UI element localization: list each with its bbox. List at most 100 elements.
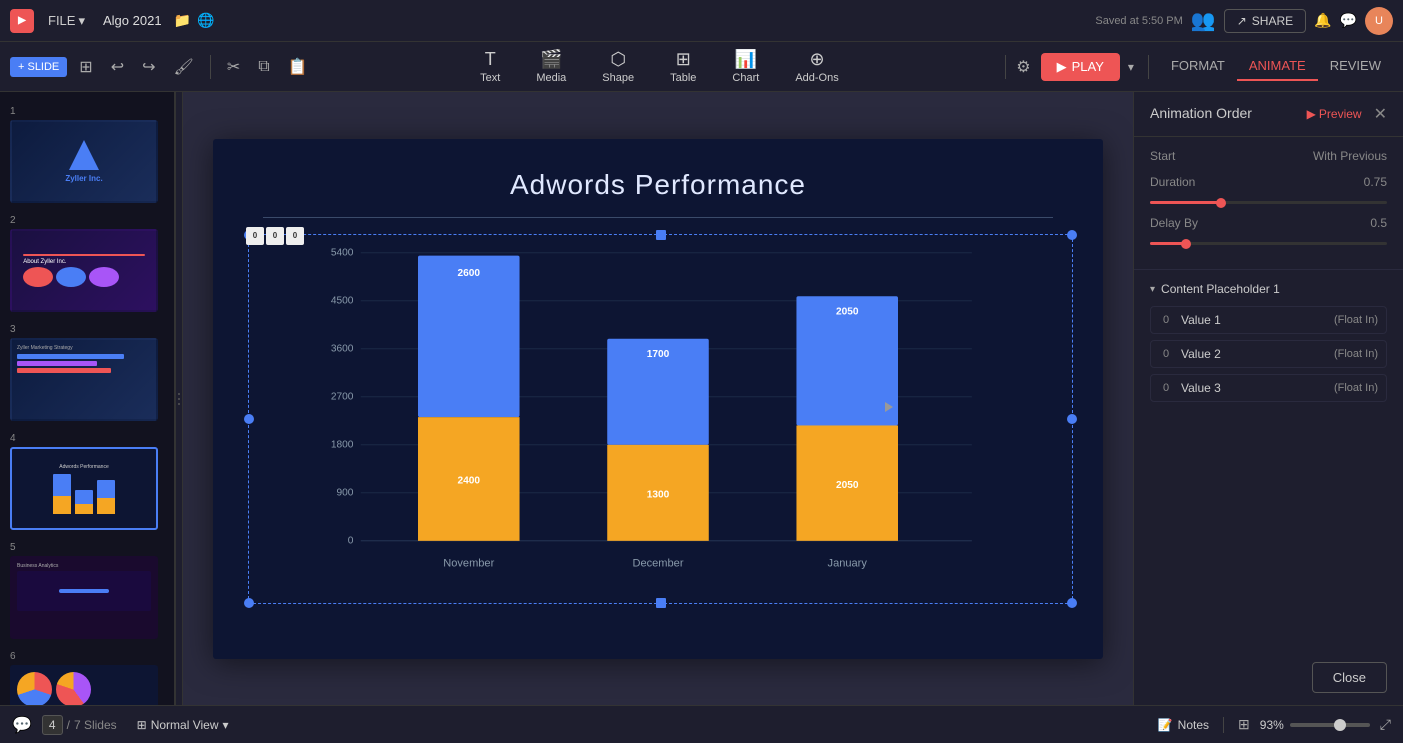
panel-divider[interactable] <box>175 92 183 705</box>
zoom-control: 93% <box>1260 718 1370 732</box>
svg-text:4500: 4500 <box>331 295 354 306</box>
svg-text:0: 0 <box>348 535 354 546</box>
shape-icon: ⬡ <box>610 49 626 70</box>
svg-text:1700: 1700 <box>647 349 670 360</box>
expand-icon[interactable]: ⤢ <box>1380 716 1391 733</box>
slide-item-4[interactable]: 4 Adwords Performance <box>0 427 174 536</box>
handle-top-right[interactable] <box>1067 230 1077 240</box>
tab-review[interactable]: REVIEW <box>1318 52 1393 81</box>
slide-indicator: 4 / 7 Slides <box>42 715 117 735</box>
slide-item-3[interactable]: 3 Zyller Marketing Strategy <box>0 318 174 427</box>
tool-table[interactable]: ⊞ Table <box>662 45 704 88</box>
slide-thumb-1: Zyller Inc. <box>10 120 158 203</box>
duration-row: Duration 0.75 <box>1150 175 1387 189</box>
globe-icon[interactable]: 🌐 <box>197 12 214 29</box>
notifications-icon[interactable]: 🔔 <box>1314 12 1331 29</box>
separator-1 <box>210 55 211 79</box>
content-placeholder-header[interactable]: ▾ Content Placeholder 1 <box>1150 282 1387 296</box>
svg-text:2400: 2400 <box>457 475 480 486</box>
start-row: Start With Previous <box>1150 149 1387 163</box>
slide-item-1[interactable]: 1 Zyller Inc. <box>0 100 174 209</box>
anim-item-value2[interactable]: 0 Value 2 (Float In) <box>1150 340 1387 368</box>
user-avatar[interactable]: U <box>1365 7 1393 35</box>
panel-header: Animation Order ▶ Preview ✕ <box>1134 92 1403 137</box>
anim-item-value3[interactable]: 0 Value 3 (Float In) <box>1150 374 1387 402</box>
play-dropdown-icon[interactable]: ▾ <box>1124 56 1138 78</box>
text-icon: T <box>485 49 496 70</box>
chat-top-icon[interactable]: 💬 <box>1340 12 1357 29</box>
view-icon: ⊞ <box>137 718 147 732</box>
right-panel: Animation Order ▶ Preview ✕ Start With P… <box>1133 92 1403 705</box>
file-menu[interactable]: FILE ▾ <box>42 10 91 32</box>
bar-chart: 5400 4500 3600 2700 1800 900 0 <box>273 239 1043 599</box>
slide-thumb-2: About Zyller Inc. <box>10 229 158 312</box>
svg-text:January: January <box>828 557 868 569</box>
copy-button[interactable]: ⧉ <box>252 54 275 80</box>
chart-container[interactable]: 5400 4500 3600 2700 1800 900 0 <box>273 239 1043 599</box>
tool-shape[interactable]: ⬡ Shape <box>594 45 642 88</box>
view-selector[interactable]: ⊞ Normal View ▾ <box>137 718 229 732</box>
canvas-area: Adwords Performance 5400 4500 3600 2700 … <box>183 92 1133 705</box>
media-icon: 🎬 <box>540 49 562 70</box>
handle-right-middle[interactable] <box>1067 414 1077 424</box>
cut-button[interactable]: ✂ <box>221 53 246 81</box>
collaborate-icon[interactable]: 👥 <box>1191 8 1216 33</box>
tool-addons[interactable]: ⊕ Add-Ons <box>787 45 846 88</box>
svg-text:2050: 2050 <box>836 480 859 491</box>
svg-text:2700: 2700 <box>331 391 354 402</box>
grid-view-button[interactable]: ⊞ <box>73 53 98 81</box>
fit-screen-icon[interactable]: ⊞ <box>1238 716 1250 733</box>
handle-left-middle[interactable] <box>244 414 254 424</box>
paste-button[interactable]: 📋 <box>282 53 314 81</box>
notes-button[interactable]: 📝 Notes <box>1158 718 1209 732</box>
play-button[interactable]: ▶ PLAY <box>1041 53 1120 81</box>
slide-item-2[interactable]: 2 About Zyller Inc. <box>0 209 174 318</box>
svg-text:2600: 2600 <box>457 267 480 278</box>
duration-slider-row <box>1150 201 1387 204</box>
share-button[interactable]: ↗ SHARE <box>1224 9 1306 33</box>
duration-slider[interactable] <box>1150 201 1387 204</box>
redo-button[interactable]: ↪ <box>136 53 161 81</box>
format-tabs: FORMAT ANIMATE REVIEW <box>1159 52 1393 81</box>
chat-icon[interactable]: 💬 <box>12 715 32 735</box>
delay-slider[interactable] <box>1150 242 1387 245</box>
handle-bottom-right[interactable] <box>1067 598 1077 608</box>
slide-thumb-3: Zyller Marketing Strategy <box>10 338 158 421</box>
toolbar: + SLIDE ⊞ ↩ ↪ 🖌 ✂ ⧉ 📋 T Text 🎬 Media ⬡ S… <box>0 42 1403 92</box>
current-slide-num[interactable]: 4 <box>42 715 63 735</box>
saved-status: Saved at 5:50 PM <box>1095 15 1182 27</box>
separator-3 <box>1148 55 1149 79</box>
table-icon: ⊞ <box>676 49 691 70</box>
center-tools: T Text 🎬 Media ⬡ Shape ⊞ Table 📊 Chart ⊕… <box>318 45 1002 88</box>
main-content: 1 Zyller Inc. 2 About Zyller Inc. <box>0 92 1403 705</box>
doc-icons: 📁 🌐 <box>174 12 215 29</box>
anim-item-value1[interactable]: 0 Value 1 (Float In) <box>1150 306 1387 334</box>
notes-icon: 📝 <box>1158 718 1173 732</box>
slide-item-6[interactable]: 6 <box>0 645 174 705</box>
delay-slider-row <box>1150 242 1387 245</box>
share-icon: ↗ <box>1237 14 1247 28</box>
panel-close-button[interactable]: ✕ <box>1374 104 1387 124</box>
tab-format[interactable]: FORMAT <box>1159 52 1237 81</box>
close-panel-button[interactable]: Close <box>1312 662 1387 693</box>
animation-settings: Start With Previous Duration 0.75 Delay … <box>1134 137 1403 270</box>
preview-button[interactable]: ▶ Preview <box>1307 107 1362 121</box>
tab-animate[interactable]: ANIMATE <box>1237 52 1318 81</box>
tool-media[interactable]: 🎬 Media <box>528 45 574 88</box>
settings-icon[interactable]: ⚙ <box>1010 53 1036 81</box>
delay-row: Delay By 0.5 <box>1150 216 1387 230</box>
animation-order-title: Animation Order <box>1150 105 1252 123</box>
paint-format-button[interactable]: 🖌 <box>168 53 200 81</box>
slide-thumb-5: Business Analytics <box>10 556 158 639</box>
slide-thumb-6 <box>10 665 158 705</box>
svg-text:1300: 1300 <box>647 489 670 500</box>
tool-chart[interactable]: 📊 Chart <box>724 45 767 88</box>
slide-item-5[interactable]: 5 Business Analytics <box>0 536 174 645</box>
add-slide-button[interactable]: + SLIDE <box>10 57 67 77</box>
zoom-thumb[interactable] <box>1334 719 1346 731</box>
handle-bottom-left[interactable] <box>244 598 254 608</box>
zoom-slider[interactable] <box>1290 723 1370 727</box>
tool-text[interactable]: T Text <box>472 45 508 88</box>
folder-icon[interactable]: 📁 <box>174 12 191 29</box>
undo-button[interactable]: ↩ <box>105 53 130 81</box>
